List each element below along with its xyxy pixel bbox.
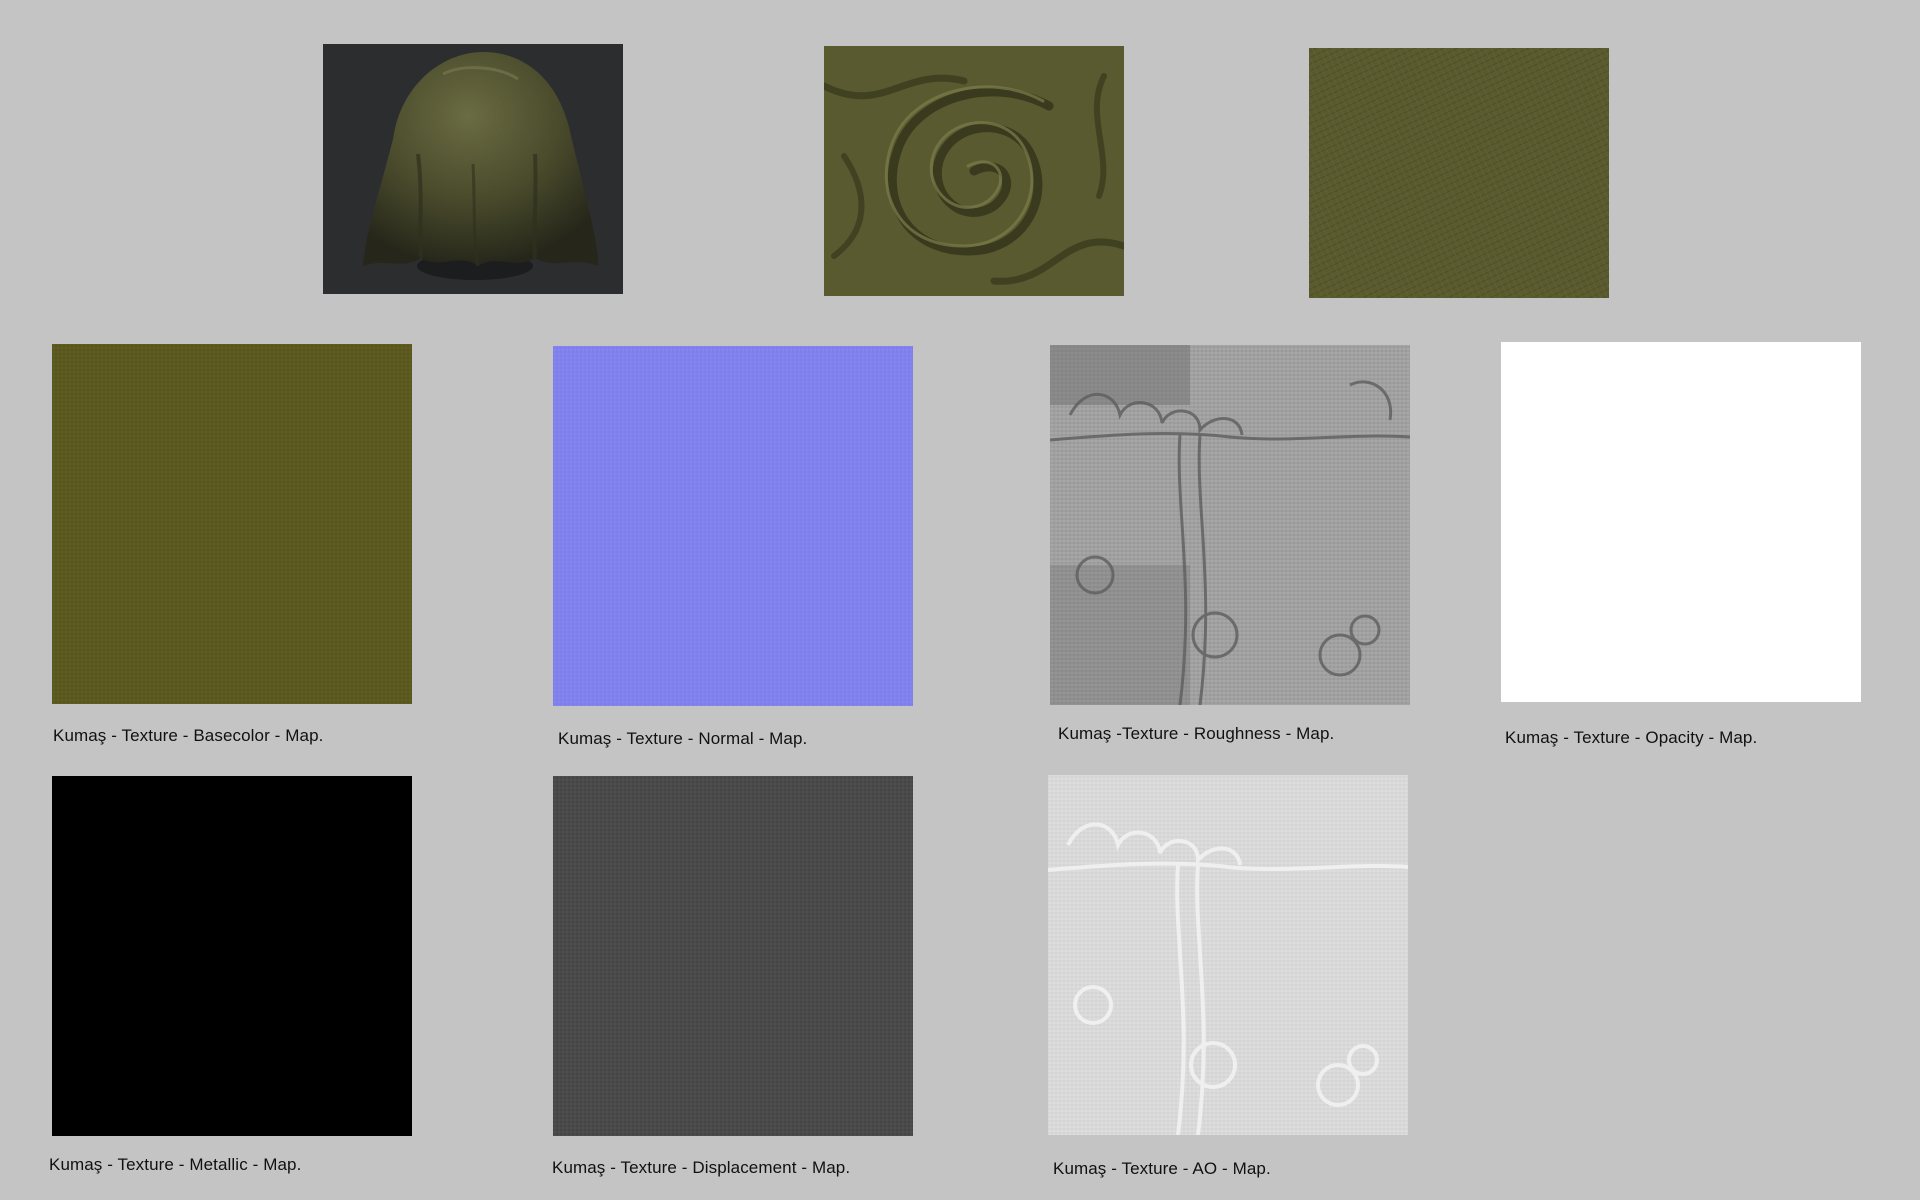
roughness-map-caption: Kumaş -Texture - Roughness - Map.	[1058, 724, 1335, 743]
metallic-map-image	[52, 776, 412, 1136]
roughness-map-image	[1050, 345, 1410, 705]
ao-map-caption: Kumaş - Texture - AO - Map.	[1053, 1159, 1271, 1178]
displacement-map-image	[553, 776, 913, 1136]
opacity-map-image	[1501, 342, 1861, 702]
fabric-flat-preview-image	[1309, 48, 1609, 298]
ao-map-image	[1048, 775, 1408, 1135]
basecolor-map-image	[52, 344, 412, 704]
displacement-map-caption: Kumaş - Texture - Displacement - Map.	[552, 1158, 851, 1177]
normal-map-image	[553, 346, 913, 706]
fabric-sphere-preview-image	[323, 44, 623, 294]
opacity-map-caption: Kumaş - Texture - Opacity - Map.	[1505, 728, 1758, 747]
metallic-map-caption: Kumaş - Texture - Metallic - Map.	[49, 1155, 302, 1174]
fabric-swirl-preview-image	[824, 46, 1124, 296]
normal-map-caption: Kumaş - Texture - Normal - Map.	[558, 729, 808, 748]
basecolor-map-caption: Kumaş - Texture - Basecolor - Map.	[53, 726, 324, 745]
